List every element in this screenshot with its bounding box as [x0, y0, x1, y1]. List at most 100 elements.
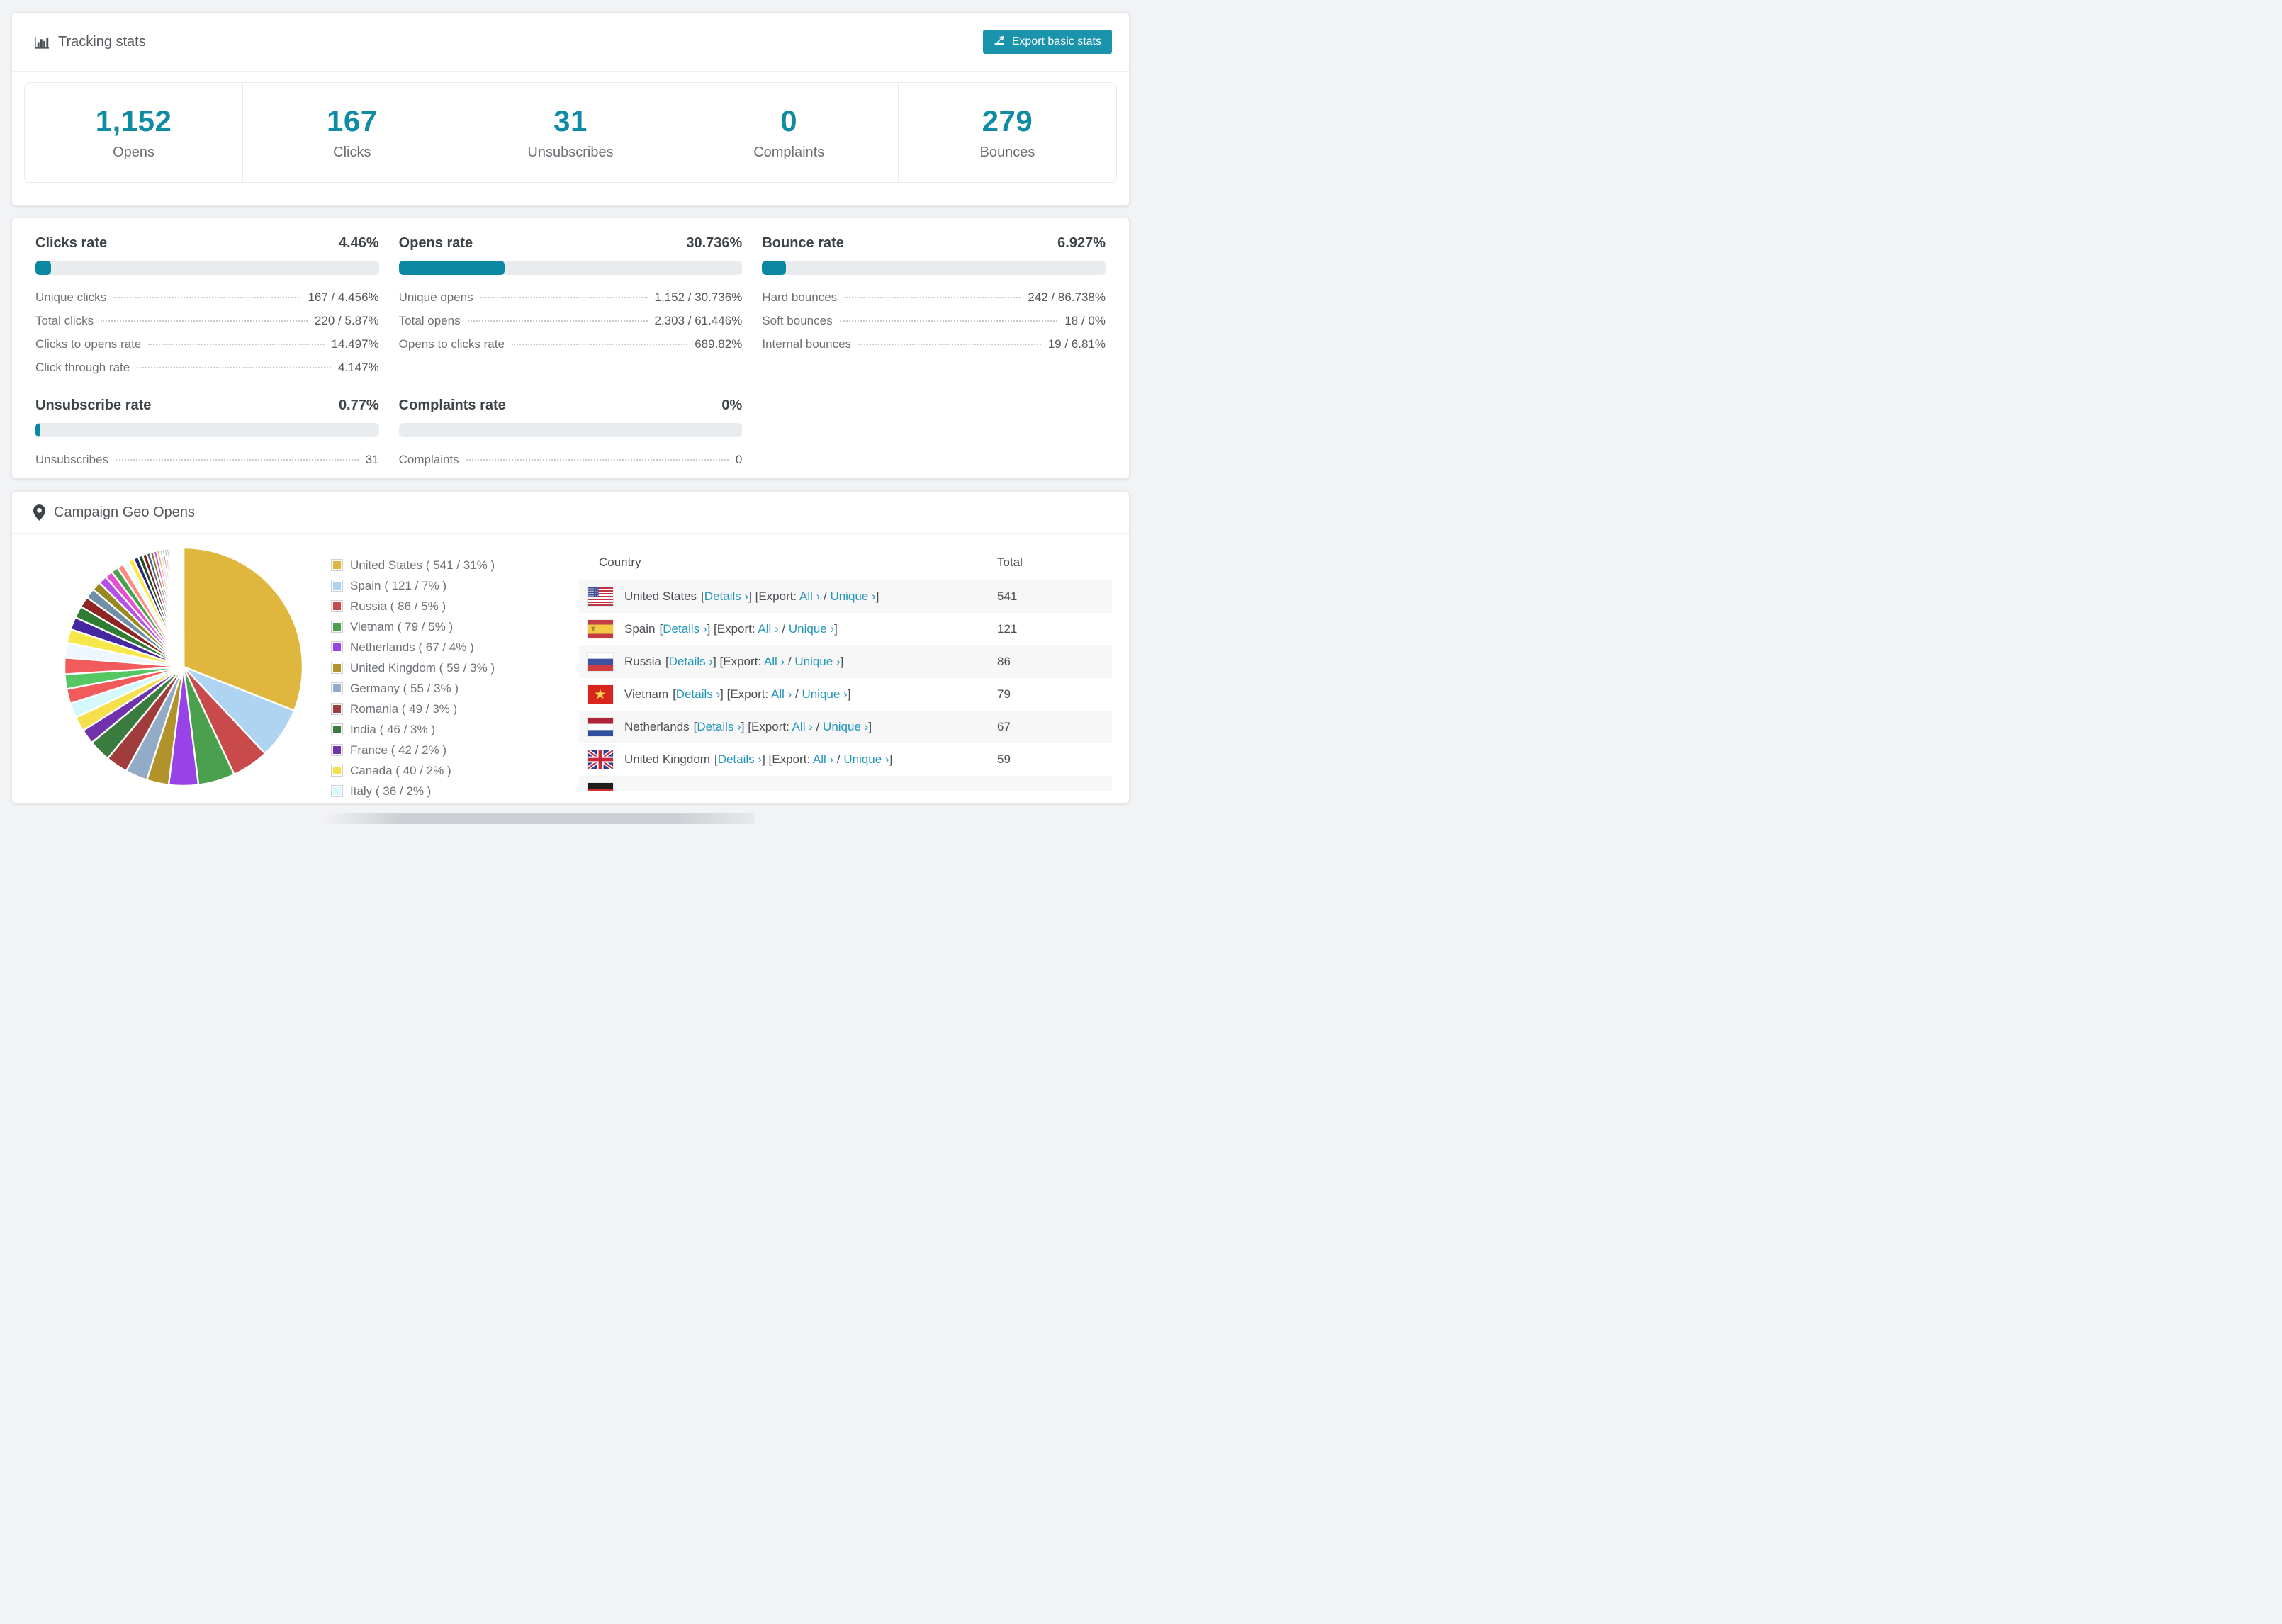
legend-label: Germany ( 55 / 3% ) [350, 681, 459, 695]
progress-track [35, 423, 379, 437]
country-column-header: Country [599, 556, 641, 569]
export-icon [994, 34, 1006, 50]
legend-swatch [331, 723, 343, 735]
total-value: 121 [997, 622, 1018, 636]
export-all-link[interactable]: All › [771, 687, 792, 701]
dotted-leader [113, 296, 301, 298]
metric-row: Unique opens 1,152 / 30.736% [399, 286, 743, 309]
metric-row: Total clicks 220 / 5.87% [35, 309, 379, 332]
flag-us [588, 587, 613, 606]
dotted-leader [466, 458, 729, 461]
legend-label: Romania ( 49 / 3% ) [350, 701, 458, 716]
rate-title: Unsubscribe rate [35, 397, 152, 413]
legend-swatch [331, 744, 343, 756]
rate-panel-opens: Opens rate 30.736% Unique opens 1,152 / 30.… [398, 235, 743, 379]
export-unique-link[interactable]: Unique › [843, 752, 889, 766]
details-link[interactable]: Details › [704, 590, 748, 603]
stat-label: Unsubscribes [527, 145, 614, 160]
legend-swatch [331, 785, 343, 797]
details-link[interactable]: Details › [663, 622, 707, 636]
legend-label: United States ( 541 / 31% ) [350, 558, 495, 572]
dotted-leader [137, 366, 331, 368]
legend-label: France ( 42 / 2% ) [350, 743, 447, 757]
flag-de [588, 783, 613, 791]
rate-percent: 0% [721, 397, 743, 413]
metric-value: 2,303 / 61.446% [654, 313, 743, 327]
export-unique-link[interactable]: Unique › [789, 622, 834, 636]
geo-opens-table: Country Total United States [Details ›] [… [579, 545, 1112, 791]
export-all-link[interactable]: All › [799, 590, 820, 603]
legend-label: Russia ( 86 / 5% ) [350, 599, 446, 613]
country-name: Vietnam [624, 687, 669, 701]
rate-title: Clicks rate [35, 235, 108, 251]
legend-label: Canada ( 40 / 2% ) [350, 763, 451, 777]
tracking-stats-card: Tracking stats Export basic stats 1,152 O… [11, 12, 1130, 206]
legend-swatch [331, 580, 343, 592]
rate-title: Complaints rate [398, 397, 506, 413]
metric-value: 167 / 4.456% [308, 290, 379, 304]
progress-track [762, 261, 1106, 275]
rate-percent: 0.77% [338, 397, 379, 413]
metric-value: 18 / 0% [1064, 313, 1106, 327]
metric-row: Hard bounces 242 / 86.738% [762, 286, 1106, 309]
table-row [579, 776, 1112, 791]
dotted-leader [844, 296, 1021, 298]
rate-percent: 4.46% [338, 235, 379, 251]
rate-percent: 6.927% [1057, 235, 1106, 251]
geo-header: Campaign Geo Opens [12, 492, 1129, 534]
export-all-link[interactable]: All › [813, 752, 833, 766]
metric-label: Total opens [398, 313, 461, 327]
stat-value: 279 [982, 104, 1033, 137]
details-link[interactable]: Details › [718, 752, 762, 766]
summary-stat-opens: 1,152 Opens [25, 83, 242, 182]
details-link[interactable]: Details › [697, 720, 741, 733]
metric-value: 0 [735, 452, 743, 466]
export-unique-link[interactable]: Unique › [823, 720, 868, 733]
country-name: United Kingdom [624, 752, 710, 766]
total-value: 59 [997, 752, 1011, 766]
rate-panel-bounce: Bounce rate 6.927% Hard bounces 242 / 86.73… [762, 235, 1106, 379]
country-name: Spain [624, 622, 656, 636]
export-unique-link[interactable]: Unique › [794, 655, 840, 668]
table-row: United Kingdom [Details ›] [Export: All ›… [579, 743, 1112, 776]
export-all-link[interactable]: All › [792, 720, 813, 733]
export-all-link[interactable]: All › [758, 622, 778, 636]
table-row: Netherlands [Details ›] [Export: All › / … [579, 711, 1112, 743]
legend-label: India ( 46 / 3% ) [350, 722, 436, 736]
metric-value: 242 / 86.738% [1028, 290, 1106, 304]
stat-value: 167 [327, 104, 378, 137]
details-link[interactable]: Details › [669, 655, 713, 668]
details-link[interactable]: Details › [676, 687, 720, 701]
legend-item: Canada ( 40 / 2% ) [331, 760, 559, 781]
progress-track [398, 261, 743, 275]
legend-item: United Kingdom ( 59 / 3% ) [331, 658, 559, 678]
export-unique-link[interactable]: Unique › [802, 687, 847, 701]
flag-vn [588, 685, 613, 704]
legend-label: United Kingdom ( 59 / 3% ) [350, 660, 495, 675]
metric-value: 14.497% [331, 337, 379, 351]
metric-value: 31 [365, 452, 379, 466]
metric-row: Click through rate 4.147% [35, 356, 379, 379]
stat-label: Bounces [979, 145, 1035, 160]
progress-fill [762, 261, 786, 275]
metric-row: Unique clicks 167 / 4.456% [35, 286, 379, 309]
total-value: 79 [997, 687, 1011, 701]
export-unique-link[interactable]: Unique › [830, 590, 875, 603]
geo-opens-pie-chart[interactable] [62, 545, 305, 789]
rate-title: Bounce rate [762, 235, 844, 251]
legend-swatch [331, 559, 343, 571]
progress-fill [35, 261, 51, 275]
pie-legend: United States ( 541 / 31% ) Spain ( 121 /… [331, 555, 559, 803]
stat-label: Complaints [753, 145, 825, 160]
export-basic-stats-button[interactable]: Export basic stats [982, 30, 1112, 54]
legend-swatch [331, 662, 343, 674]
dotted-leader [467, 320, 648, 322]
table-body: United States [Details ›] [Export: All › … [579, 580, 1112, 791]
country-name: Netherlands [624, 720, 690, 733]
rate-panel-complaints: Complaints rate 0% Complaints 0 [398, 397, 743, 471]
summary-stat-unsubscribes: 31 Unsubscribes [461, 83, 679, 182]
progress-fill [35, 423, 40, 437]
flag-nl [588, 718, 613, 736]
export-all-link[interactable]: All › [764, 655, 785, 668]
table-header-row: Country Total [579, 545, 1112, 580]
